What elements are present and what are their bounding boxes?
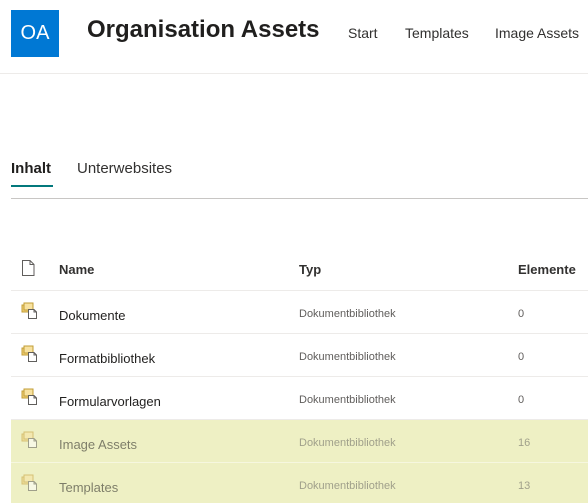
site-title[interactable]: Organisation Assets bbox=[87, 16, 320, 44]
list-item-elemente: 0 bbox=[518, 394, 525, 406]
list-item-typ: Dokumentbibliothek bbox=[299, 308, 396, 320]
nav-link-image-assets[interactable]: Image Assets bbox=[495, 25, 579, 41]
site-logo[interactable]: OA bbox=[11, 10, 59, 57]
list-item-typ: Dokumentbibliothek bbox=[299, 480, 396, 492]
document-library-icon bbox=[21, 388, 39, 409]
list-item-name[interactable]: Image Assets bbox=[59, 437, 137, 452]
tab-selected-indicator bbox=[11, 185, 53, 187]
list-item[interactable]: Dokumente Dokumentbibliothek 0 bbox=[11, 291, 588, 334]
site-header: OA Organisation Assets Start Templates I… bbox=[0, 0, 588, 74]
nav-link-start[interactable]: Start bbox=[348, 25, 378, 41]
list-item[interactable]: Image Assets Dokumentbibliothek 16 bbox=[11, 420, 588, 463]
column-header-name[interactable]: Name bbox=[59, 262, 94, 277]
list-item[interactable]: Templates Dokumentbibliothek 13 bbox=[11, 463, 588, 503]
list-item[interactable]: Formatbibliothek Dokumentbibliothek 0 bbox=[11, 334, 588, 377]
list-item-name[interactable]: Templates bbox=[59, 480, 118, 495]
list-item-name[interactable]: Formatbibliothek bbox=[59, 351, 155, 366]
column-header-typ[interactable]: Typ bbox=[299, 262, 321, 277]
list-item-typ: Dokumentbibliothek bbox=[299, 351, 396, 363]
list-item-elemente: 16 bbox=[518, 437, 531, 449]
document-library-icon bbox=[21, 431, 39, 452]
document-library-icon bbox=[21, 345, 39, 366]
nav-link-templates[interactable]: Templates bbox=[405, 25, 469, 41]
list-item-elemente: 0 bbox=[518, 351, 525, 363]
list-item-name[interactable]: Formularvorlagen bbox=[59, 394, 161, 409]
tab-divider bbox=[11, 198, 588, 199]
list-header-row: Name Typ Elemente bbox=[11, 248, 588, 291]
tab-unterwebsites[interactable]: Unterwebsites bbox=[77, 160, 172, 177]
tab-inhalt[interactable]: Inhalt bbox=[11, 160, 51, 177]
document-library-icon bbox=[21, 302, 39, 323]
list-item-typ: Dokumentbibliothek bbox=[299, 437, 396, 449]
list-item-typ: Dokumentbibliothek bbox=[299, 394, 396, 406]
list-item-elemente: 0 bbox=[518, 308, 525, 320]
contents-list: Name Typ Elemente Dokumente Dokumentbibl… bbox=[11, 248, 588, 503]
list-item-elemente: 13 bbox=[518, 480, 531, 492]
list-item-name[interactable]: Dokumente bbox=[59, 308, 125, 323]
document-library-icon bbox=[21, 474, 39, 495]
file-icon[interactable] bbox=[21, 260, 35, 279]
column-header-elemente[interactable]: Elemente bbox=[518, 262, 576, 277]
list-item[interactable]: Formularvorlagen Dokumentbibliothek 0 bbox=[11, 377, 588, 420]
